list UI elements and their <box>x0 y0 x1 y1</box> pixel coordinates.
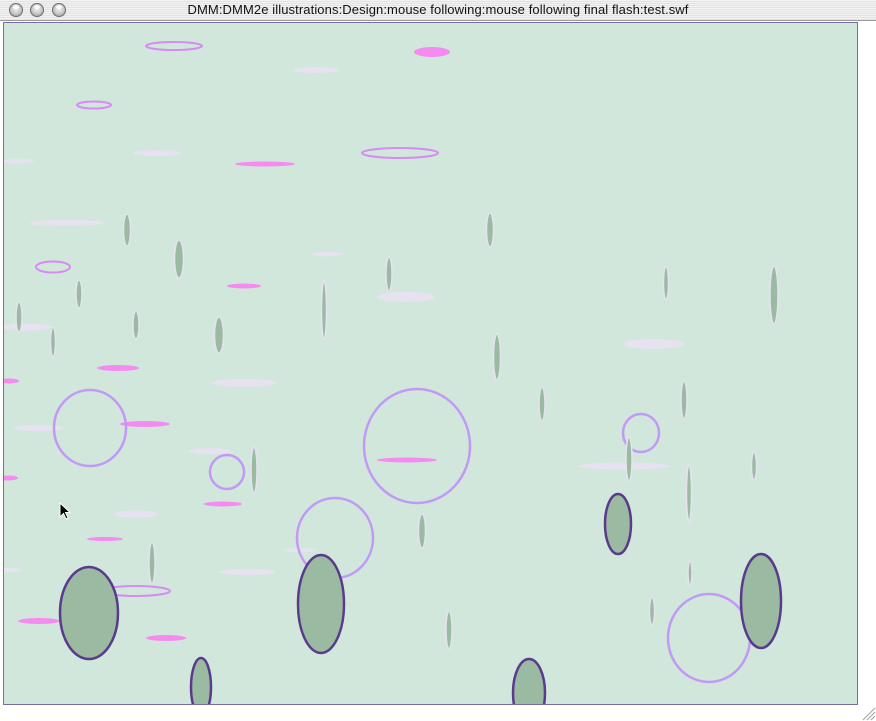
window-right-edge <box>858 22 876 705</box>
grow-box-icon[interactable] <box>860 705 876 721</box>
animation-canvas <box>4 41 783 704</box>
arrow-pointer-icon <box>59 502 71 520</box>
window-titlebar[interactable]: DMM:DMM2e illustrations:Design:mouse fol… <box>0 0 876 21</box>
pink-outline-ellipses <box>35 41 439 597</box>
pink-ellipses <box>4 47 450 641</box>
green-slivers <box>15 212 779 650</box>
flash-stage[interactable] <box>3 22 858 705</box>
window-title: DMM:DMM2e illustrations:Design:mouse fol… <box>187 2 689 17</box>
window-bottom-edge <box>0 705 876 721</box>
